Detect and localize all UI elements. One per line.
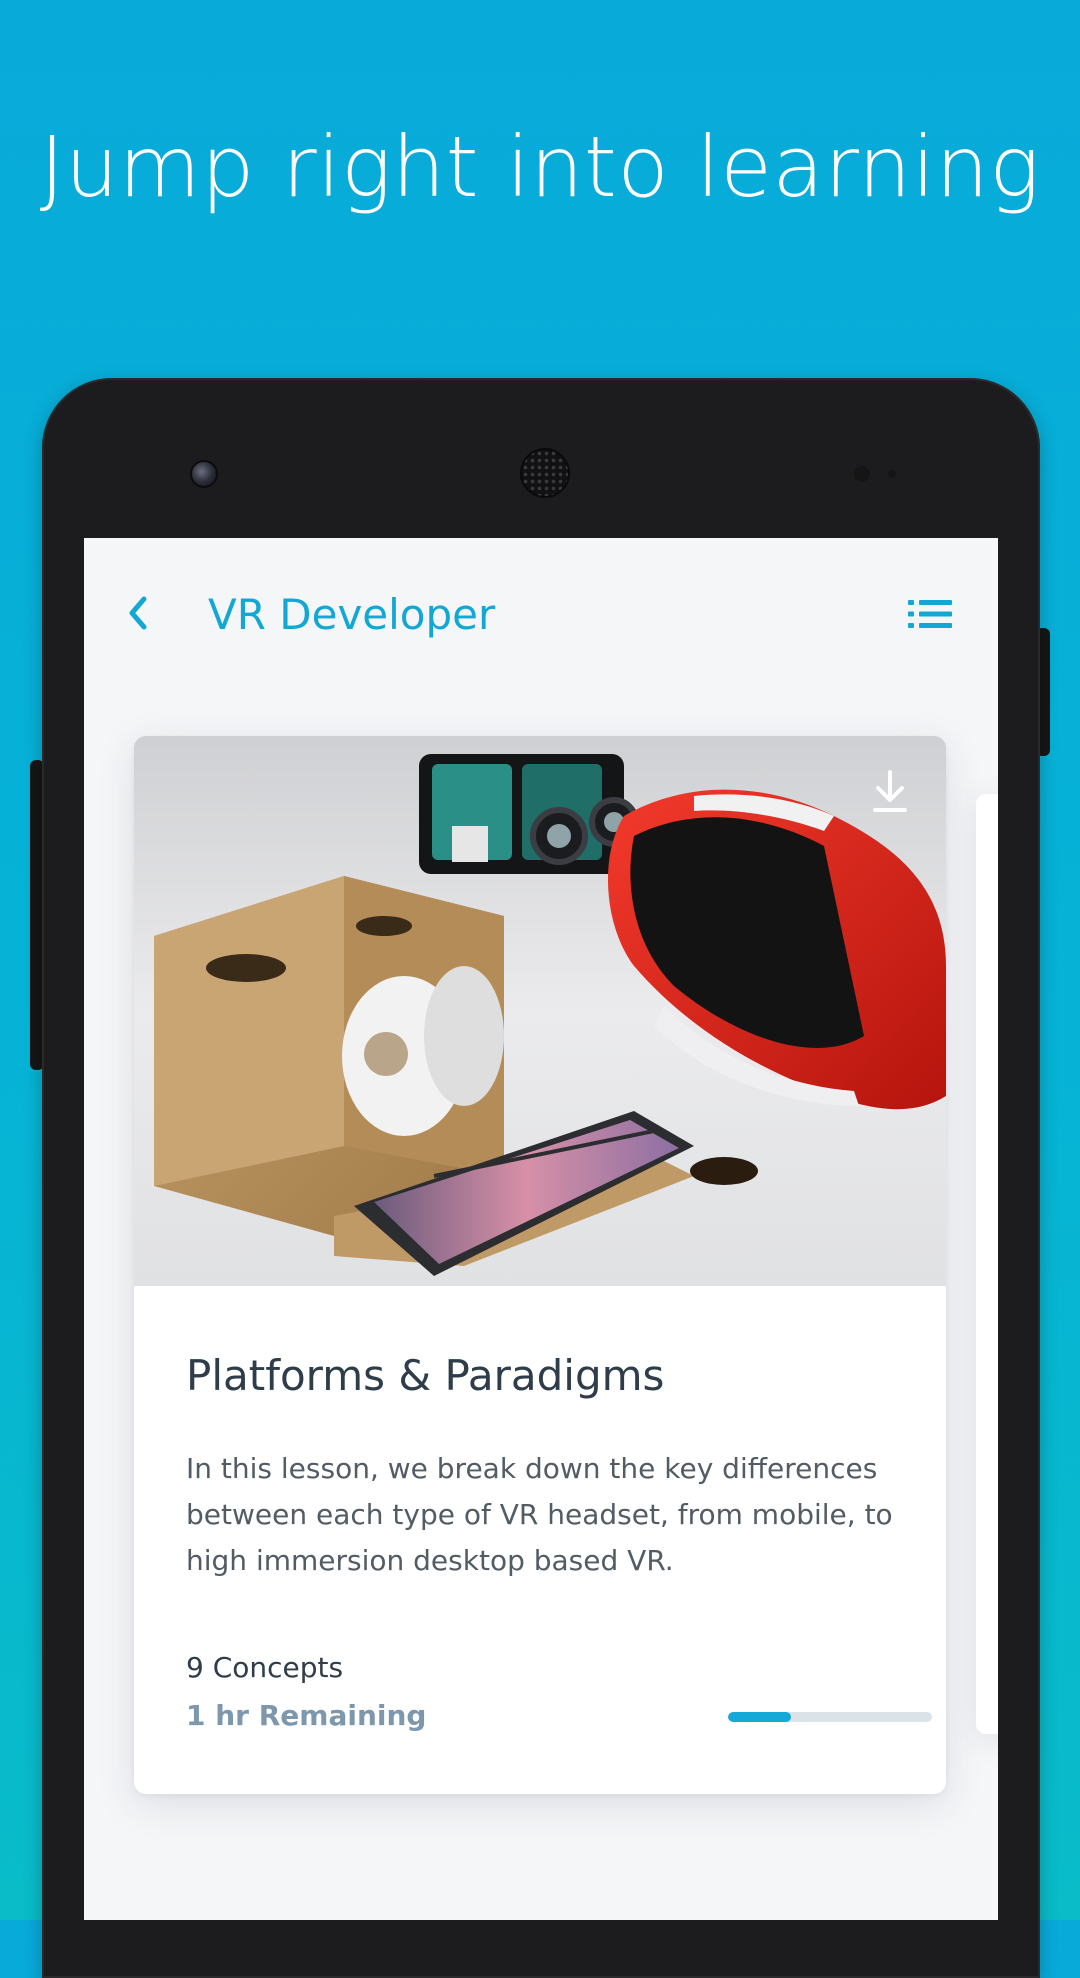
proximity-sensor-icon	[854, 466, 870, 482]
vr-headsets-illustration	[134, 736, 946, 1286]
lesson-card[interactable]: Platforms & Paradigms In this lesson, we…	[134, 736, 946, 1794]
download-icon	[873, 770, 907, 812]
black-viewer	[419, 754, 639, 874]
list-icon	[908, 600, 952, 628]
lesson-progress-bar	[728, 1712, 932, 1722]
speaker-grille-icon	[520, 448, 570, 498]
page-title: VR Developer	[208, 590, 496, 639]
phone-screen: VR Developer Platforms & Paradigms In th…	[84, 538, 998, 1920]
back-button[interactable]	[114, 588, 164, 638]
next-lesson-card-peek[interactable]	[976, 794, 998, 1734]
time-remaining: 1 hr Remaining	[186, 1699, 427, 1732]
light-sensor-icon	[888, 470, 896, 478]
front-camera-icon	[190, 460, 218, 488]
app-bar: VR Developer	[84, 538, 998, 688]
promo-headline: Jump right into learning	[39, 118, 1041, 216]
download-button[interactable]	[864, 766, 916, 818]
lesson-description: In this lesson, we break down the key di…	[186, 1452, 893, 1577]
lesson-image	[134, 736, 946, 1286]
lesson-list-button[interactable]	[906, 590, 954, 638]
concept-count: 9 Concepts	[186, 1651, 344, 1684]
lesson-progress-fill	[728, 1712, 792, 1722]
lesson-title: Platforms & Paradigms	[186, 1351, 665, 1400]
chevron-left-icon	[129, 596, 147, 630]
